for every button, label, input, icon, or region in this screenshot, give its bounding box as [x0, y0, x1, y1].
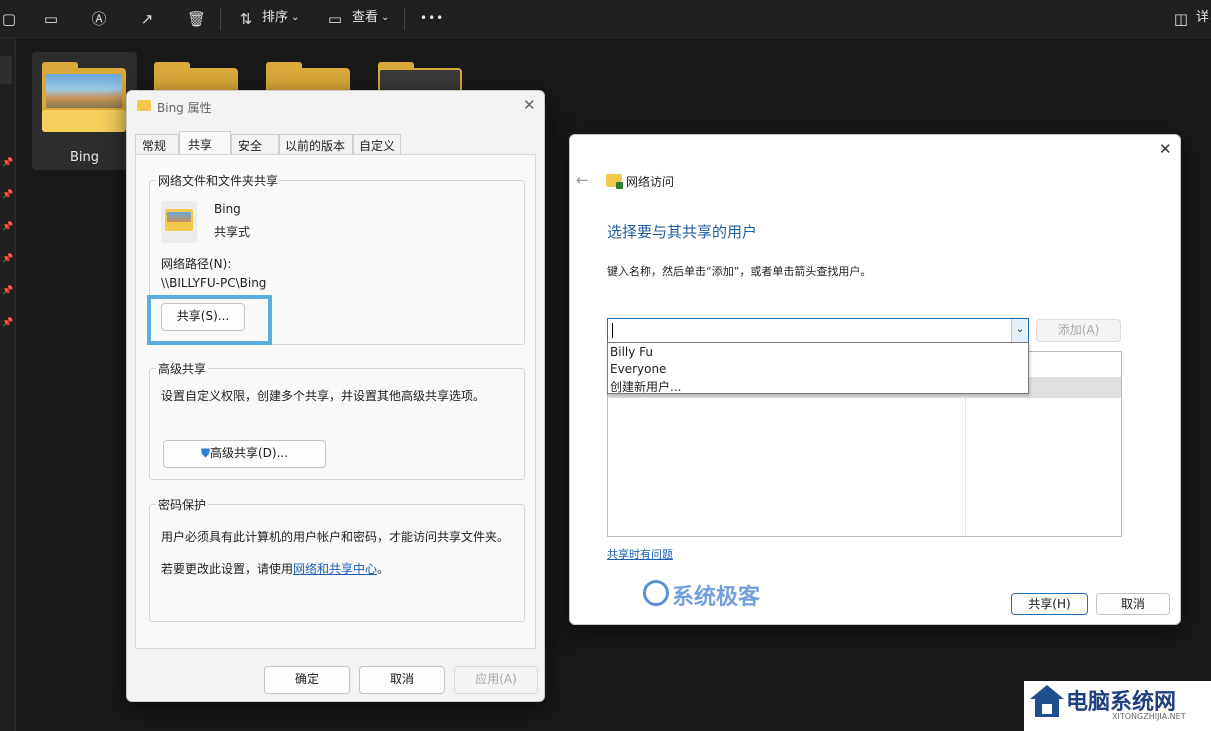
folder-label: Bing — [69, 150, 100, 165]
uac-shield-icon: ⛊ — [200, 446, 210, 460]
view-icon: ▭ — [327, 10, 343, 28]
tab-customize[interactable]: 自定义 — [353, 134, 401, 154]
dialog-title: 网络访问 — [626, 175, 675, 189]
pin-icon: 📌 — [2, 158, 14, 168]
back-arrow-icon[interactable]: ← — [576, 171, 589, 189]
watermark-logo-icon — [643, 580, 669, 606]
pin-icon: 📌 — [2, 286, 14, 296]
copy-icon[interactable]: ▢ — [0, 10, 18, 28]
pin-icon: 📌 — [2, 190, 14, 200]
dropdown-option[interactable]: Everyone — [610, 362, 666, 376]
details-button[interactable]: 详 — [1196, 9, 1209, 27]
folder-bing[interactable]: Bing — [32, 52, 137, 170]
dropdown-arrow-icon[interactable]: ⌄ — [1011, 319, 1028, 342]
cancel-button[interactable]: 取消 — [359, 666, 445, 694]
advanced-sharing-group: 高级共享 设置自定义权限，创建多个共享，并设置其他高级共享选项。 ⛊高级共享(D… — [149, 360, 525, 480]
house-logo-icon — [1030, 685, 1064, 719]
folder-share-status: 共享式 — [214, 225, 251, 239]
dropdown-option[interactable]: Billy Fu — [610, 345, 653, 359]
navigation-pane: 📌 📌 📌 📌 📌 📌 — [0, 38, 16, 731]
pin-icon: 📌 — [2, 222, 14, 232]
share-icon[interactable]: ↗ — [138, 10, 156, 28]
apply-button[interactable]: 应用(A) — [454, 666, 538, 694]
chevron-down-icon: ⌄ — [381, 12, 390, 23]
group-title: 密码保护 — [156, 496, 209, 513]
close-icon[interactable]: ✕ — [523, 96, 536, 114]
group-title: 高级共享 — [156, 360, 209, 377]
folder-photo-preview — [46, 74, 122, 108]
share-button[interactable]: 共享(S)... — [161, 303, 245, 331]
tab-security[interactable]: 安全 — [231, 134, 279, 154]
folder-name: Bing — [214, 202, 241, 216]
toolbar-divider — [404, 8, 405, 30]
tab-strip: 常规 共享 安全 以前的版本 自定义 — [135, 131, 536, 155]
page-heading: 选择要与其共享的用户 — [607, 223, 758, 241]
sharing-tab-panel: 网络文件和文件夹共享 Bing 共享式 网络路径(N): \\BILLYFU-P… — [135, 154, 536, 649]
network-path-value: \\BILLYFU-PC\Bing — [161, 276, 267, 290]
sort-icon: ⇅ — [239, 10, 253, 28]
delete-icon[interactable]: 🗑 — [187, 10, 206, 28]
paste-icon[interactable]: ▭ — [42, 10, 60, 28]
shared-folder-icon — [161, 201, 197, 243]
tab-previous-versions[interactable]: 以前的版本 — [279, 134, 353, 154]
password-protection-group: 密码保护 用户必须具有此计算机的用户帐户和密码，才能访问共享文件夹。 若要更改此… — [149, 496, 525, 622]
toolbar-divider — [220, 8, 221, 30]
site-url: XITONGZHIJIA.NET — [1112, 712, 1186, 721]
network-sharing-center-link[interactable]: 网络和共享中心 — [293, 562, 377, 576]
text-cursor — [612, 323, 613, 338]
explorer-toolbar: ▢ ▭ Ⓐ ↗ 🗑 ⇅ 排序 ⌄ ▭ 查看 ⌄ ••• ◫ 详 — [0, 0, 1211, 38]
close-icon[interactable]: ✕ — [1159, 140, 1172, 158]
tab-sharing[interactable]: 共享 — [179, 131, 231, 155]
network-sharing-group: 网络文件和文件夹共享 Bing 共享式 网络路径(N): \\BILLYFU-P… — [147, 172, 525, 345]
nav-selected-item[interactable] — [0, 56, 12, 84]
network-badge-icon — [616, 182, 623, 189]
sharing-trouble-link[interactable]: 共享时有问题 — [607, 546, 673, 562]
user-name-combobox[interactable]: ⌄ — [607, 318, 1029, 343]
tab-general[interactable]: 常规 — [135, 134, 179, 154]
advanced-sharing-description: 设置自定义权限，创建多个共享，并设置其他高级共享选项。 — [161, 389, 486, 403]
ok-button[interactable]: 确定 — [264, 666, 350, 694]
view-button[interactable]: 查看 — [352, 9, 378, 27]
share-button[interactable]: 共享(H) — [1011, 593, 1088, 615]
pin-icon: 📌 — [2, 318, 14, 328]
password-change-text: 若要更改此设置，请使用网络和共享中心。 — [161, 562, 390, 576]
details-pane-icon[interactable]: ◫ — [1172, 10, 1190, 28]
dialog-title: Bing 属性 — [157, 101, 212, 115]
chevron-down-icon: ⌄ — [291, 12, 300, 23]
cancel-button[interactable]: 取消 — [1096, 593, 1170, 615]
pin-icon: 📌 — [2, 254, 14, 264]
properties-dialog: Bing 属性 ✕ 常规 共享 安全 以前的版本 自定义 网络文件和文件夹共享 … — [126, 90, 545, 702]
user-dropdown-list: Billy Fu Everyone 创建新用户... — [607, 342, 1029, 394]
add-button[interactable]: 添加(A) — [1036, 319, 1121, 342]
folder-front — [42, 110, 126, 132]
watermark-text: 系统极客 — [672, 585, 761, 610]
group-title: 网络文件和文件夹共享 — [156, 172, 281, 189]
site-watermark: 电脑系统网 XITONGZHIJIA.NET — [1024, 681, 1211, 731]
network-path-label: 网络路径(N): — [161, 257, 232, 271]
advanced-sharing-button[interactable]: ⛊高级共享(D)... — [163, 440, 326, 468]
password-description: 用户必须具有此计算机的用户帐户和密码，才能访问共享文件夹。 — [161, 530, 510, 544]
more-options-button[interactable]: ••• — [420, 9, 444, 27]
instruction-text: 键入名称，然后单击“添加”，或者单击箭头查找用户。 — [607, 265, 872, 278]
folder-icon — [137, 100, 151, 111]
network-access-dialog: ✕ ← 网络访问 选择要与其共享的用户 键入名称，然后单击“添加”，或者单击箭头… — [569, 134, 1181, 625]
sort-button[interactable]: 排序 — [262, 9, 288, 27]
dropdown-option[interactable]: 创建新用户... — [610, 378, 681, 395]
rename-icon[interactable]: Ⓐ — [90, 10, 108, 28]
